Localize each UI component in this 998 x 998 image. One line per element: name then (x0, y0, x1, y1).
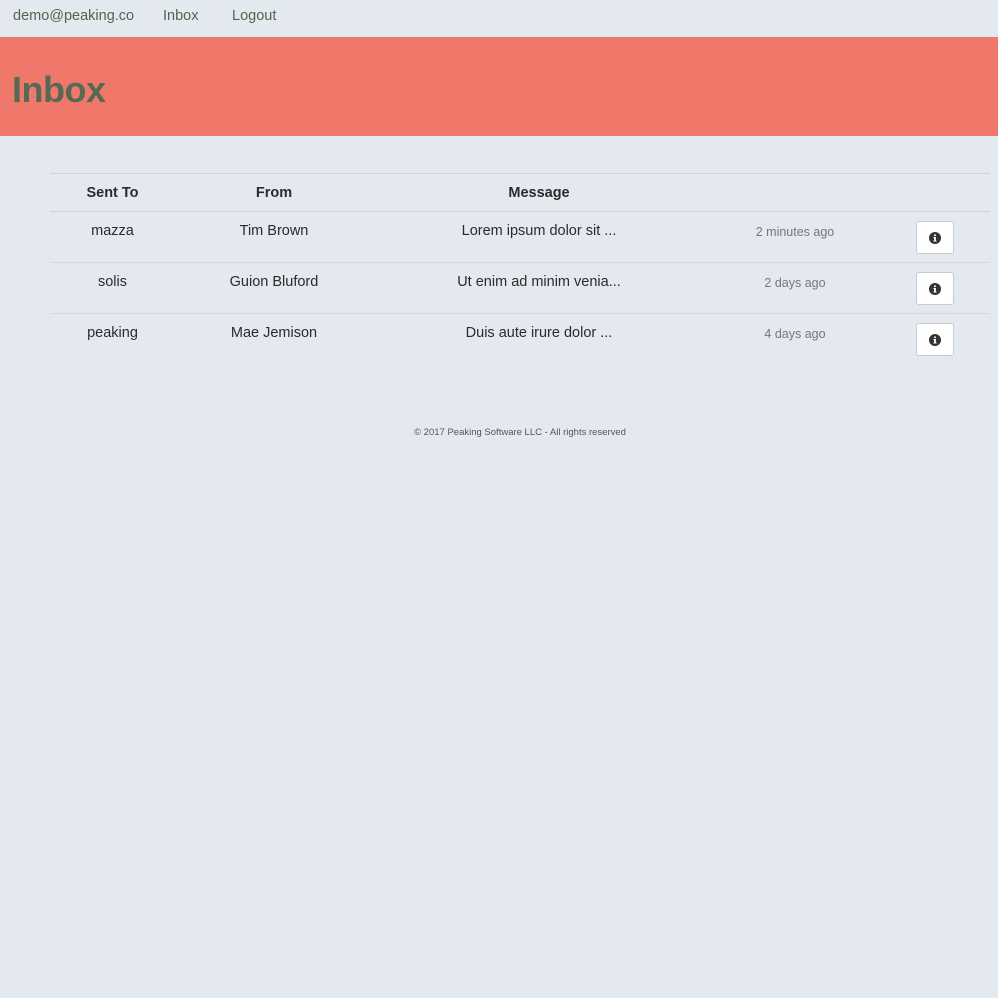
info-button[interactable] (916, 272, 954, 305)
page-footer: © 2017 Peaking Software LLC - All rights… (0, 405, 998, 438)
cell-message: Lorem ipsum dolor sit ... (461, 223, 617, 239)
table-row: solis Guion Bluford Ut enim ad minim ven… (50, 263, 990, 314)
cell-from: Guion Bluford (229, 274, 319, 290)
page-title: Inbox (12, 69, 106, 110)
footer-copyright: © 2017 Peaking Software LLC - All rights… (414, 427, 626, 438)
cell-message: Ut enim ad minim venia... (457, 274, 621, 290)
column-header-from: From (255, 185, 293, 201)
info-circle-icon (929, 231, 941, 244)
info-button[interactable] (916, 323, 954, 356)
inbox-table: Sent To From Message mazza Tim Brown Lor… (50, 173, 990, 364)
cell-from: Tim Brown (239, 223, 309, 239)
table-header-row: Sent To From Message (50, 174, 990, 212)
column-header-sent-to: Sent To (86, 185, 139, 201)
page-header: Inbox (0, 37, 998, 136)
table-row: mazza Tim Brown Lorem ipsum dolor sit ..… (50, 212, 990, 263)
info-circle-icon (929, 333, 941, 346)
table-row: peaking Mae Jemison Duis aute irure dolo… (50, 314, 990, 364)
info-circle-icon (929, 282, 941, 295)
info-button[interactable] (916, 221, 954, 254)
cell-time: 2 minutes ago (755, 225, 835, 239)
cell-sent-to: peaking (87, 325, 138, 341)
nav-inbox-link[interactable]: Inbox (163, 8, 198, 25)
cell-from: Mae Jemison (230, 325, 318, 341)
nav-logout-link[interactable]: Logout (232, 8, 276, 25)
cell-sent-to: mazza (91, 223, 134, 239)
cell-sent-to: solis (97, 274, 127, 290)
cell-time: 4 days ago (764, 327, 826, 341)
cell-message: Duis aute irure dolor ... (465, 325, 613, 341)
cell-time: 2 days ago (764, 276, 826, 290)
column-header-message: Message (508, 185, 570, 201)
nav-user-email-link[interactable]: demo@peaking.co (13, 8, 134, 25)
top-navigation: demo@peaking.co Inbox Logout (0, 0, 998, 37)
